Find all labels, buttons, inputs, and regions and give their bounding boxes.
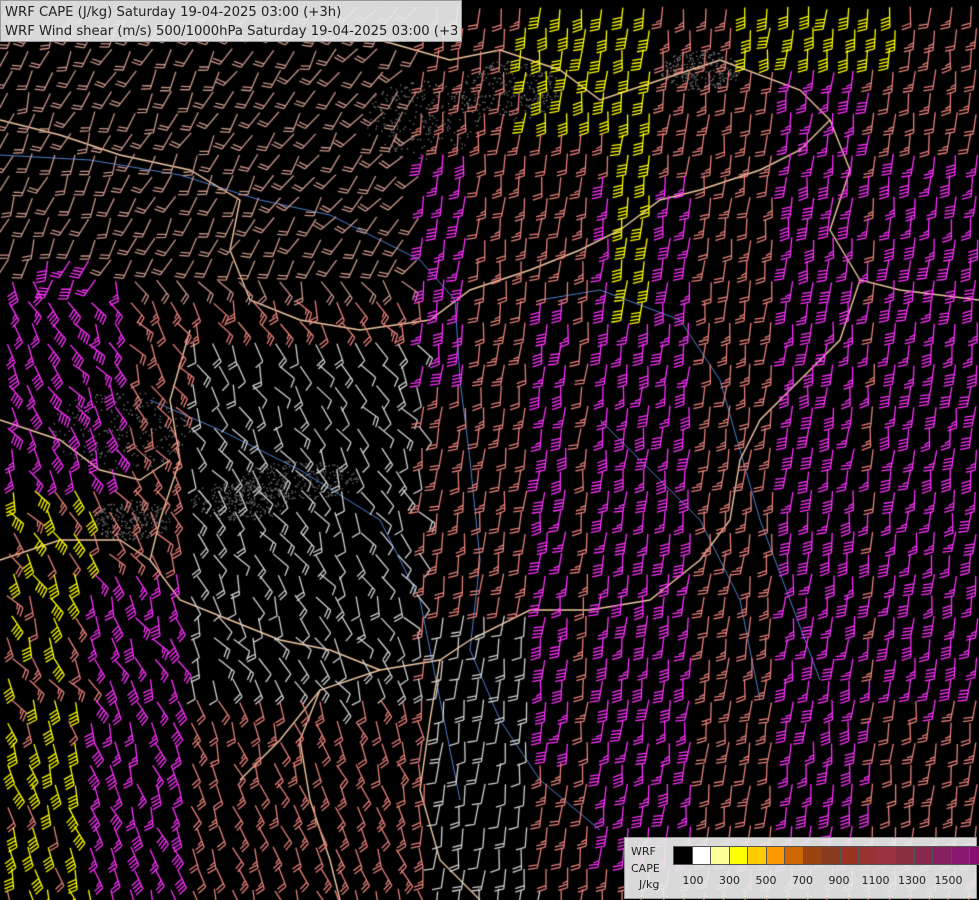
legend-swatch bbox=[858, 846, 878, 865]
cape-legend: WRF CAPE J/kg 100 300 500 700 900 1100 1300 150… bbox=[624, 837, 979, 899]
legend-model-label: WRF bbox=[631, 845, 656, 858]
legend-swatch bbox=[673, 846, 693, 865]
legend-tick-label: 1100 bbox=[861, 874, 890, 887]
legend-unit-label: J/kg bbox=[639, 878, 660, 891]
legend-tick-label: 1300 bbox=[898, 874, 926, 887]
legend-variable-label: CAPE bbox=[631, 862, 660, 875]
legend-tick-label: 300 bbox=[719, 874, 740, 887]
legend-swatch bbox=[932, 846, 952, 865]
legend-tick-label: 500 bbox=[755, 874, 777, 887]
wind-shear-cape-map bbox=[0, 0, 979, 900]
legend-swatch bbox=[839, 846, 859, 865]
cape-title: WRF CAPE (J/kg) Saturday 19-04-2025 03:0… bbox=[5, 5, 342, 20]
legend-color-scale bbox=[673, 846, 979, 865]
legend-swatch bbox=[950, 846, 970, 865]
legend-swatch bbox=[895, 846, 915, 865]
legend-tick-labels: 100 300 500 700 900 1100 1300 1500 bbox=[673, 874, 973, 888]
legend-swatch bbox=[747, 846, 767, 865]
legend-tick-label: 700 bbox=[792, 874, 813, 887]
map-title-box: WRF CAPE (J/kg) Saturday 19-04-2025 03:0… bbox=[0, 0, 462, 42]
legend-swatch bbox=[821, 846, 841, 865]
legend-tick-label: 1500 bbox=[934, 874, 963, 887]
legend-swatch bbox=[728, 846, 748, 865]
legend-swatch bbox=[710, 846, 730, 865]
legend-tick-label: 900 bbox=[828, 874, 850, 887]
legend-tick-label: 100 bbox=[682, 874, 704, 887]
legend-swatch bbox=[691, 846, 711, 865]
wind-shear-title: WRF Wind shear (m/s) 500/1000hPa Saturda… bbox=[5, 24, 457, 39]
legend-swatch bbox=[802, 846, 822, 865]
legend-swatch bbox=[765, 846, 785, 865]
legend-swatch bbox=[784, 846, 804, 865]
legend-swatch bbox=[876, 846, 896, 865]
legend-swatch bbox=[969, 846, 979, 865]
legend-swatch bbox=[913, 846, 933, 865]
